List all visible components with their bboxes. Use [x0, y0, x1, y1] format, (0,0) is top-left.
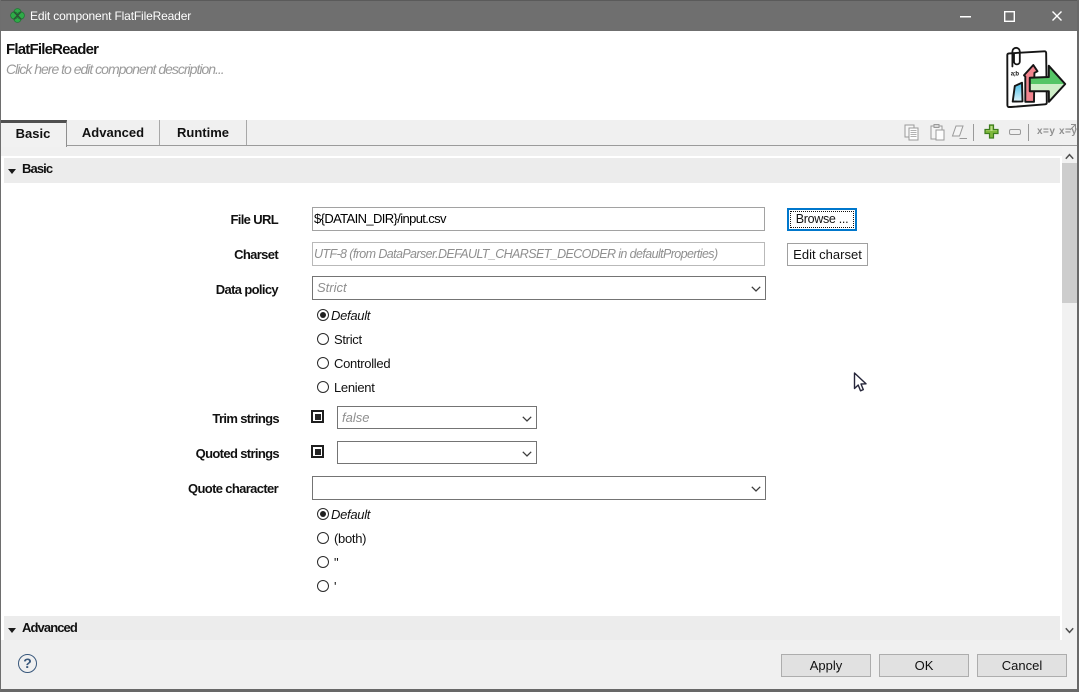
- svg-text:a;b: a;b: [1011, 71, 1020, 77]
